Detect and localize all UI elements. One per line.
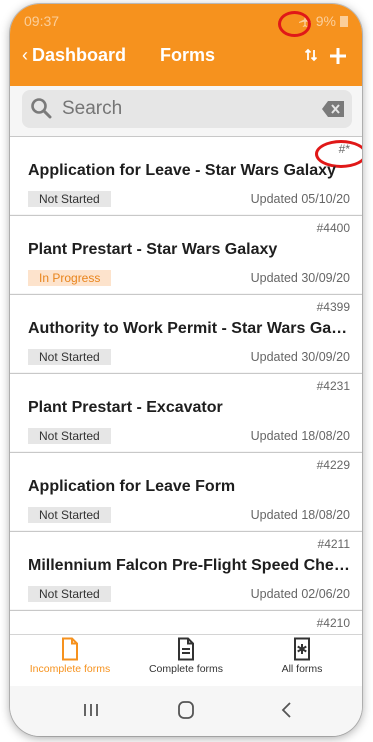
battery-icon xyxy=(340,16,348,27)
updated-date: Updated 18/08/20 xyxy=(250,429,350,443)
form-row[interactable]: #4229 Application for Leave Form Not Sta… xyxy=(10,452,362,530)
document-icon xyxy=(62,637,78,661)
status-badge: Not Started xyxy=(28,586,111,602)
form-row[interactable]: #4231 Plant Prestart - Excavator Not Sta… xyxy=(10,373,362,451)
back-nav-icon[interactable] xyxy=(272,698,302,722)
form-number: #4211 xyxy=(317,537,350,551)
annotation-circle-status xyxy=(278,11,311,37)
back-label: Dashboard xyxy=(32,45,127,65)
status-time: 09:37 xyxy=(24,13,60,29)
updated-date: Updated 18/08/20 xyxy=(250,508,350,522)
battery-level: 9% xyxy=(315,13,336,29)
form-number: #4400 xyxy=(316,221,350,235)
add-icon[interactable] xyxy=(328,46,348,66)
clear-search-icon[interactable] xyxy=(322,101,344,117)
asterisk-document-icon xyxy=(294,637,310,661)
status-badge: Not Started xyxy=(28,507,111,523)
form-title: Application for Leave Form xyxy=(28,478,236,495)
back-button[interactable]: ‹ Dashboard xyxy=(22,45,126,66)
form-title: Plant Prestart - Star Wars Galaxy xyxy=(28,241,278,258)
bottom-tab-bar: Incomplete forms Complete forms All form… xyxy=(10,634,362,686)
form-row[interactable]: #* Application for Leave - Star Wars Gal… xyxy=(10,136,362,214)
tab-label: Complete forms xyxy=(148,663,224,675)
form-title: Application for Leave - Star Wars Galaxy xyxy=(28,162,336,179)
form-number: #4210 xyxy=(316,616,350,630)
form-number: #4399 xyxy=(316,300,350,314)
form-row[interactable]: #4400 Plant Prestart - Star Wars Galaxy … xyxy=(10,215,362,293)
tab-complete-forms[interactable]: Complete forms xyxy=(126,637,246,675)
search-input[interactable] xyxy=(62,90,302,128)
updated-date: Updated 05/10/20 xyxy=(250,192,350,206)
tab-incomplete-forms[interactable]: Incomplete forms xyxy=(10,637,130,675)
tab-label: Incomplete forms xyxy=(29,663,111,675)
system-nav-bar xyxy=(10,686,362,736)
page-title: Forms xyxy=(160,45,216,65)
search-box[interactable] xyxy=(22,90,352,128)
status-badge: Not Started xyxy=(28,349,111,365)
search-icon xyxy=(31,98,52,119)
recent-apps-icon[interactable] xyxy=(76,698,106,722)
phone-frame: 09:37 9% ‹ Dashboard Forms Search #* App… xyxy=(10,4,362,736)
updated-date: Updated 30/09/20 xyxy=(250,271,350,285)
forms-list: #* Application for Leave - Star Wars Gal… xyxy=(10,136,362,634)
form-title: Authority to Work Permit - Star Wars Gal… xyxy=(28,320,350,337)
home-icon[interactable] xyxy=(171,698,201,722)
status-badge: Not Started xyxy=(28,191,111,207)
updated-date: Updated 30/09/20 xyxy=(250,350,350,364)
tab-all-forms[interactable]: All forms xyxy=(242,637,362,675)
status-badge: Not Started xyxy=(28,428,111,444)
form-row[interactable]: #4211 Millennium Falcon Pre-Flight Speed… xyxy=(10,531,362,609)
form-title: Plant Prestart - Excavator xyxy=(28,399,223,416)
form-title: Millennium Falcon Pre-Flight Speed Chec.… xyxy=(28,557,350,574)
chevron-left-icon: ‹ xyxy=(22,45,28,65)
app-header: 09:37 9% ‹ Dashboard Forms xyxy=(10,4,362,86)
form-row[interactable]: #4399 Authority to Work Permit - Star Wa… xyxy=(10,294,362,372)
sort-icon[interactable] xyxy=(304,48,318,62)
form-number: #4231 xyxy=(316,379,350,393)
status-badge: In Progress xyxy=(28,270,112,286)
tab-label: All forms xyxy=(281,663,323,675)
document-lines-icon xyxy=(178,637,194,661)
search-bar xyxy=(10,86,362,136)
form-row[interactable]: #4210 xyxy=(10,610,362,634)
updated-date: Updated 02/06/20 xyxy=(250,587,350,601)
form-number: #4229 xyxy=(316,458,350,472)
